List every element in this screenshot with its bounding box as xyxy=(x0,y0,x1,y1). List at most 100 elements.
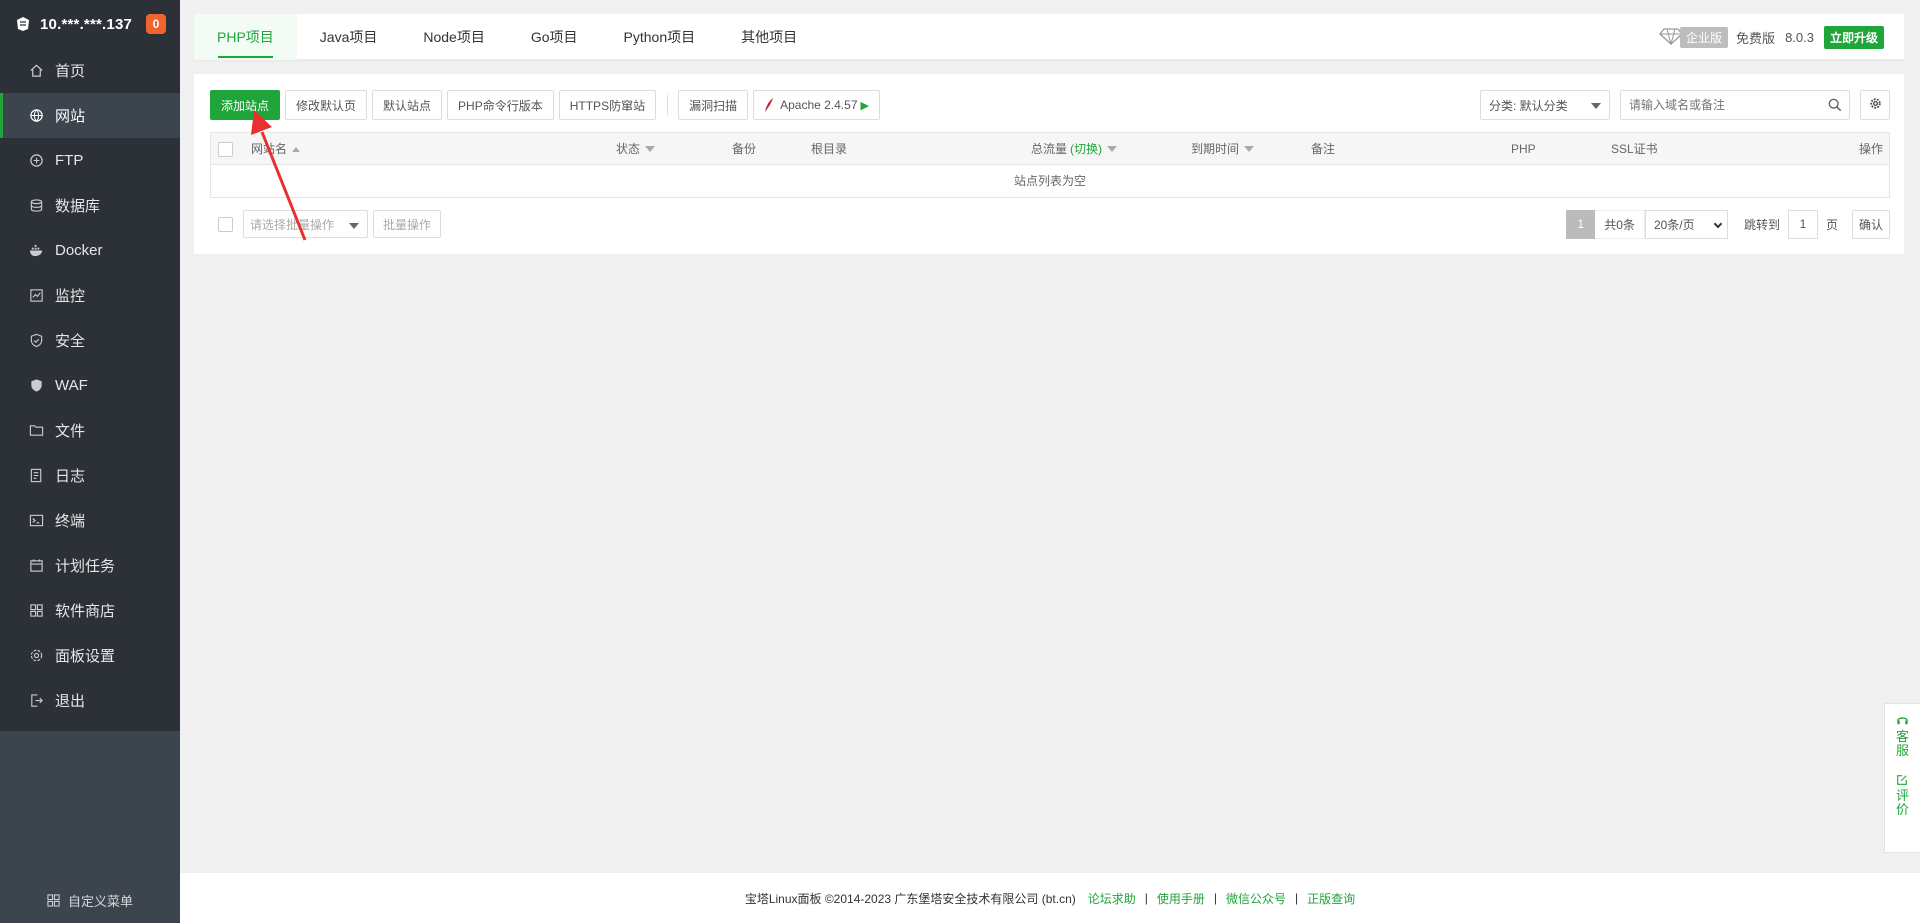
project-tabs: PHP项目 Java项目 Node项目 Go项目 Python项目 其他项目 xyxy=(194,14,1904,60)
th-expire[interactable]: 到期时间 xyxy=(1191,133,1255,165)
category-select[interactable]: 分类: 默认分类 xyxy=(1480,90,1610,120)
version-number[interactable]: 8.0.3 xyxy=(1785,30,1814,45)
batch-operation-select[interactable]: 请选择批量操作 xyxy=(243,210,368,238)
sort-desc-icon xyxy=(645,146,656,152)
nav-item-logs[interactable]: 日志 xyxy=(0,453,180,498)
tab-java[interactable]: Java项目 xyxy=(297,14,401,60)
gear-icon xyxy=(1869,97,1882,113)
apache-button[interactable]: Apache 2.4.57 ▶ xyxy=(753,90,880,120)
total-count: 共0条 xyxy=(1595,209,1645,239)
batch-operation-button[interactable]: 批量操作 xyxy=(373,210,442,238)
custom-menu-button[interactable]: 自定义菜单 xyxy=(0,877,180,923)
sort-desc-icon xyxy=(1107,146,1118,152)
review-char: 价 xyxy=(1895,802,1909,817)
add-site-button[interactable]: 添加站点 xyxy=(210,90,281,120)
nav-label: 文件 xyxy=(55,423,86,440)
th-site-name[interactable]: 网站名 xyxy=(251,133,301,165)
review-char: 评 xyxy=(1895,788,1909,803)
footer-divider: | xyxy=(1213,891,1218,905)
license-check-link[interactable]: 正版查询 xyxy=(1307,890,1355,907)
server-header: 10.***.***.137 0 xyxy=(0,0,180,48)
th-label: 总流量 xyxy=(1031,142,1068,156)
search-input[interactable] xyxy=(1621,91,1821,119)
gear-icon xyxy=(28,648,44,664)
wechat-link[interactable]: 微信公众号 xyxy=(1226,890,1286,907)
forum-link[interactable]: 论坛求助 xyxy=(1088,890,1136,907)
enterprise-badge[interactable]: 企业版 xyxy=(1659,26,1729,48)
enterprise-label: 企业版 xyxy=(1680,26,1729,48)
manual-link[interactable]: 使用手册 xyxy=(1157,890,1205,907)
site-table: 网站名 状态 备份 根目录 总流量 (切换) 到期时间 备注 PHP SSL证书 … xyxy=(210,132,1890,198)
nav-label: 网站 xyxy=(55,108,86,125)
current-page[interactable]: 1 xyxy=(1566,209,1596,239)
edit-default-page-button[interactable]: 修改默认页 xyxy=(285,90,368,120)
batch-select-placeholder: 请选择批量操作 xyxy=(250,217,335,232)
select-all-footer-checkbox[interactable] xyxy=(218,216,233,232)
vuln-scan-button[interactable]: 漏洞扫描 xyxy=(678,90,749,120)
nav-item-settings[interactable]: 面板设置 xyxy=(0,633,180,678)
main-nav: 首页 网站 FTP 数据库 Docker 监控 安全 WAF 文件 日志 终端 … xyxy=(0,48,180,731)
jump-page-input[interactable]: 1 xyxy=(1787,209,1818,239)
table-header: 网站名 状态 备份 根目录 总流量 (切换) 到期时间 备注 PHP SSL证书 … xyxy=(211,133,1889,165)
tab-other[interactable]: 其他项目 xyxy=(718,14,820,60)
th-status[interactable]: 状态 xyxy=(616,133,656,165)
footer-divider: | xyxy=(1295,891,1299,905)
search-icon[interactable] xyxy=(1821,98,1849,112)
table-settings-button[interactable] xyxy=(1860,90,1890,120)
nav-item-cron[interactable]: 计划任务 xyxy=(0,543,180,588)
traffic-switch-link[interactable]: (切换) xyxy=(1070,133,1102,165)
review-button[interactable]: 评 价 xyxy=(1896,758,1909,817)
nav-item-monitor[interactable]: 监控 xyxy=(0,273,180,318)
folder-icon xyxy=(28,423,44,439)
th-label: SSL证书 xyxy=(1611,142,1658,156)
server-ip: 10.***.***.137 xyxy=(40,15,133,33)
play-icon: ▶ xyxy=(860,99,869,112)
th-label: 网站名 xyxy=(251,142,288,156)
sidebar: 10.***.***.137 0 首页 网站 FTP 数据库 Docker 监控 xyxy=(0,0,180,923)
page-size-value: 20条/页 xyxy=(1653,217,1695,232)
nav-item-files[interactable]: 文件 xyxy=(0,408,180,453)
nav-item-logout[interactable]: 退出 xyxy=(0,678,180,723)
tab-php[interactable]: PHP项目 xyxy=(194,14,297,60)
tab-python[interactable]: Python项目 xyxy=(601,14,719,60)
th-root-dir: 根目录 xyxy=(811,133,847,165)
select-all-checkbox[interactable] xyxy=(218,141,233,157)
footer-divider: | xyxy=(1144,891,1148,905)
th-label: 根目录 xyxy=(811,142,848,156)
th-actions: 操作 xyxy=(1859,133,1883,165)
th-traffic[interactable]: 总流量 (切换) xyxy=(1031,133,1118,165)
tab-go[interactable]: Go项目 xyxy=(508,14,601,60)
nav-item-waf[interactable]: WAF xyxy=(0,363,180,408)
ftp-icon xyxy=(28,153,44,169)
nav-item-database[interactable]: 数据库 xyxy=(0,183,180,228)
main-area: PHP项目 Java项目 Node项目 Go项目 Python项目 其他项目 企… xyxy=(180,0,1920,923)
nav-item-ftp[interactable]: FTP xyxy=(0,138,180,183)
nav-item-docker[interactable]: Docker xyxy=(0,228,180,273)
terminal-icon xyxy=(28,513,44,529)
edit-icon xyxy=(1896,774,1908,789)
custom-menu-label: 自定义菜单 xyxy=(67,893,133,909)
page-footer: 宝塔Linux面板 ©2014-2023 广东堡塔安全技术有限公司 (bt.cn… xyxy=(180,873,1920,923)
nav-label: 计划任务 xyxy=(55,558,116,575)
table-footer: 请选择批量操作 批量操作 1 共0条 20条/页 跳转到 1 页 确认 xyxy=(210,209,1890,239)
page-size-select[interactable]: 20条/页 xyxy=(1644,209,1728,239)
nav-item-website[interactable]: 网站 xyxy=(0,93,180,138)
nav-item-store[interactable]: 软件商店 xyxy=(0,588,180,633)
default-site-button[interactable]: 默认站点 xyxy=(372,90,443,120)
nav-item-security[interactable]: 安全 xyxy=(0,318,180,363)
jump-label: 跳转到 xyxy=(1743,217,1780,232)
tab-node[interactable]: Node项目 xyxy=(400,14,507,60)
upgrade-button[interactable]: 立即升级 xyxy=(1823,25,1884,49)
nav-label: FTP xyxy=(55,152,84,169)
https-protection-button[interactable]: HTTPS防窜站 xyxy=(558,90,657,120)
php-cli-version-button[interactable]: PHP命令行版本 xyxy=(447,90,554,120)
th-remark: 备注 xyxy=(1311,133,1335,165)
th-label: 备份 xyxy=(732,142,757,156)
nav-item-terminal[interactable]: 终端 xyxy=(0,498,180,543)
jump-confirm-button[interactable]: 确认 xyxy=(1851,209,1890,239)
nav-label: 安全 xyxy=(55,333,86,350)
waf-shield-icon xyxy=(28,378,44,394)
message-badge[interactable]: 0 xyxy=(146,14,166,34)
customer-service-button[interactable]: 客 服 xyxy=(1896,704,1909,758)
nav-item-home[interactable]: 首页 xyxy=(0,48,180,93)
